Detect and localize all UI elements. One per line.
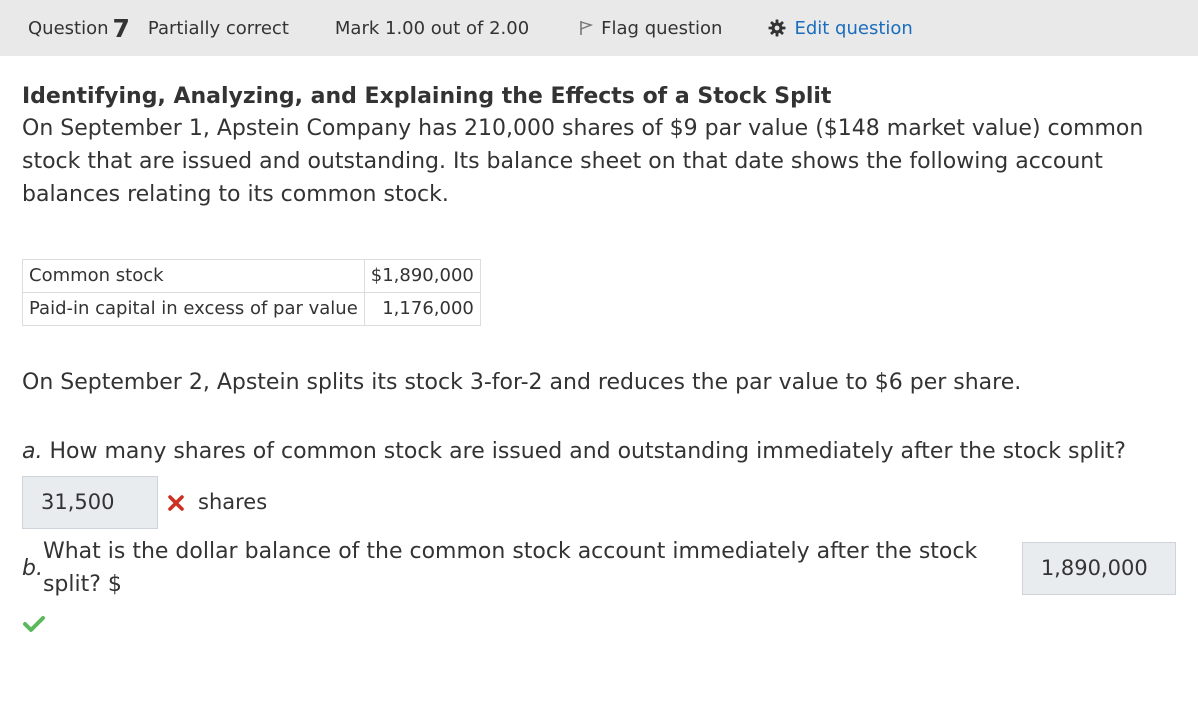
correct-icon xyxy=(22,611,1176,644)
table-row: Common stock $1,890,000 xyxy=(22,259,481,293)
flag-question-label: Flag question xyxy=(601,17,723,39)
flag-question-button[interactable]: Flag question xyxy=(579,18,722,39)
account-amount: $1,890,000 xyxy=(363,259,481,293)
part-a-answer-field[interactable]: 31,500 xyxy=(22,476,158,529)
gear-icon xyxy=(768,19,786,37)
account-name: Common stock xyxy=(22,259,365,293)
part-a-answer-row: 31,500 shares xyxy=(22,476,1176,529)
table-row: Paid-in capital in excess of par value 1… xyxy=(22,292,481,326)
question-info-bar: Question 7 Partially correct Mark 1.00 o… xyxy=(0,0,1198,56)
account-name: Paid-in capital in excess of par value xyxy=(22,292,365,326)
question-mark: Mark 1.00 out of 2.00 xyxy=(334,17,530,39)
part-b-letter: b. xyxy=(22,555,43,581)
part-a-unit: shares xyxy=(198,490,268,514)
question-title: Identifying, Analyzing, and Explaining t… xyxy=(22,84,832,109)
account-balances-table: Common stock $1,890,000 Paid-in capital … xyxy=(22,259,481,326)
question-content: Identifying, Analyzing, and Explaining t… xyxy=(0,56,1198,644)
edit-question-label: Edit question xyxy=(794,17,913,39)
question-label: Question xyxy=(28,17,109,39)
edit-question-link[interactable]: Edit question xyxy=(768,17,913,39)
part-b-question: b. What is the dollar balance of the com… xyxy=(22,535,1176,601)
question-number: 7 xyxy=(112,13,130,43)
part-a-question: a. How many shares of common stock are i… xyxy=(22,435,1176,468)
flag-icon xyxy=(580,21,594,35)
split-description: On September 2, Apstein splits its stock… xyxy=(22,370,1022,395)
part-b-text: What is the dollar balance of the common… xyxy=(42,539,978,597)
question-state: Partially correct xyxy=(147,17,289,39)
part-b-answer-field[interactable]: 1,890,000 xyxy=(1021,541,1176,595)
question-intro: On September 1, Apstein Company has 210,… xyxy=(22,116,1144,207)
part-a-letter: a. xyxy=(22,439,43,464)
incorrect-icon xyxy=(166,493,186,513)
account-amount: 1,176,000 xyxy=(363,292,481,326)
part-a-text: How many shares of common stock are issu… xyxy=(42,439,1126,464)
